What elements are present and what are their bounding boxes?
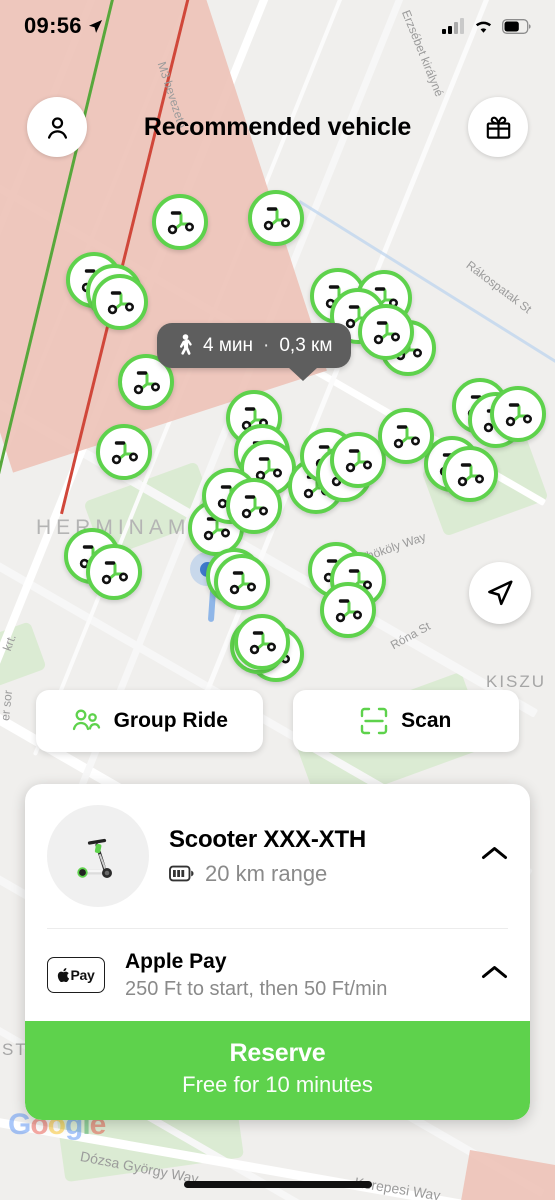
scooter-marker[interactable] (96, 424, 152, 480)
scan-button[interactable]: Scan (292, 690, 519, 752)
vehicle-name: Scooter XXX-XTH (169, 825, 367, 853)
profile-button[interactable] (27, 97, 87, 157)
rewards-button[interactable] (468, 97, 528, 157)
apple-pay-icon: Pay (47, 957, 105, 993)
walk-time-tooltip: 4 мин · 0,3 км (157, 323, 352, 381)
restricted-zone (449, 1150, 555, 1200)
status-bar-left: 09:56 (24, 13, 103, 39)
navigation-arrow-icon (488, 580, 513, 606)
apple-logo-icon (58, 968, 70, 982)
vehicle-range: 20 km range (205, 860, 328, 886)
qr-scan-icon (360, 707, 388, 735)
scooter-marker[interactable] (214, 554, 270, 610)
location-arrow-icon (88, 19, 102, 33)
payment-collapse-button[interactable] (481, 964, 508, 986)
vehicle-collapse-button[interactable] (481, 845, 508, 867)
vehicle-info: Scooter XXX-XTH 20 km range (169, 826, 461, 887)
reserve-button[interactable]: Reserve Free for 10 minutes (25, 1021, 530, 1120)
app-screen: M3 bevezető Erzsébet királyné Rákospatak S… (0, 0, 555, 1200)
walk-duration: 4 мин (203, 334, 254, 356)
home-indicator (183, 1181, 372, 1188)
apple-pay-text: Pay (70, 967, 95, 983)
chevron-up-icon (482, 966, 507, 978)
scan-label: Scan (401, 709, 452, 732)
chevron-up-icon (482, 847, 507, 859)
tooltip-tail (288, 367, 318, 381)
scooter-marker[interactable] (442, 446, 498, 502)
payment-info: Apple Pay 250 Ft to start, then 50 Ft/mi… (125, 950, 461, 1001)
group-ride-label: Group Ride (113, 709, 228, 732)
status-time: 09:56 (24, 13, 82, 38)
group-people-icon (72, 709, 100, 731)
reserve-sublabel: Free for 10 minutes (182, 1072, 373, 1097)
person-icon (47, 116, 67, 139)
reserve-label: Reserve (229, 1039, 326, 1067)
scooter-marker[interactable] (248, 190, 304, 246)
page-title: Recommended vehicle (143, 112, 412, 141)
cellular-bars-icon (442, 18, 464, 34)
scooter-marker[interactable] (86, 544, 142, 600)
scooter-thumbnail (47, 805, 149, 907)
scooter-marker[interactable] (320, 582, 376, 638)
scooter-marker[interactable] (490, 386, 546, 442)
vehicle-detail-card: Scooter XXX-XTH 20 km range Pay Apple Pa… (25, 784, 530, 1120)
quick-actions-row: Group Ride Scan (36, 690, 519, 752)
scooter-marker[interactable] (234, 614, 290, 670)
wifi-icon (475, 21, 492, 33)
status-bar-right (442, 18, 531, 34)
payment-method-name: Apple Pay (125, 949, 227, 973)
vehicle-row[interactable]: Scooter XXX-XTH 20 km range (25, 784, 530, 928)
vehicle-range-line: 20 km range (169, 861, 461, 887)
scooter-marker[interactable] (152, 194, 208, 250)
scooter-marker[interactable] (226, 478, 282, 534)
scooter-marker[interactable] (92, 274, 148, 330)
scooter-marker[interactable] (358, 304, 414, 360)
pricing-text: 250 Ft to start, then 50 Ft/min (125, 977, 388, 1000)
status-bar: 09:56 (0, 0, 555, 52)
payment-row[interactable]: Pay Apple Pay 250 Ft to start, then 50 F… (25, 929, 530, 1021)
locate-me-button[interactable] (469, 562, 531, 624)
scooter-photo (77, 838, 112, 878)
walk-distance: 0,3 км (279, 334, 333, 356)
walking-person-icon (179, 334, 192, 355)
tooltip-separator: · (263, 334, 270, 356)
battery-icon (502, 18, 531, 34)
gift-icon (486, 116, 510, 139)
app-header: Recommended vehicle (0, 92, 555, 162)
scooter-marker[interactable] (378, 408, 434, 464)
group-ride-button[interactable]: Group Ride (36, 690, 263, 752)
battery-range-icon (169, 865, 194, 882)
